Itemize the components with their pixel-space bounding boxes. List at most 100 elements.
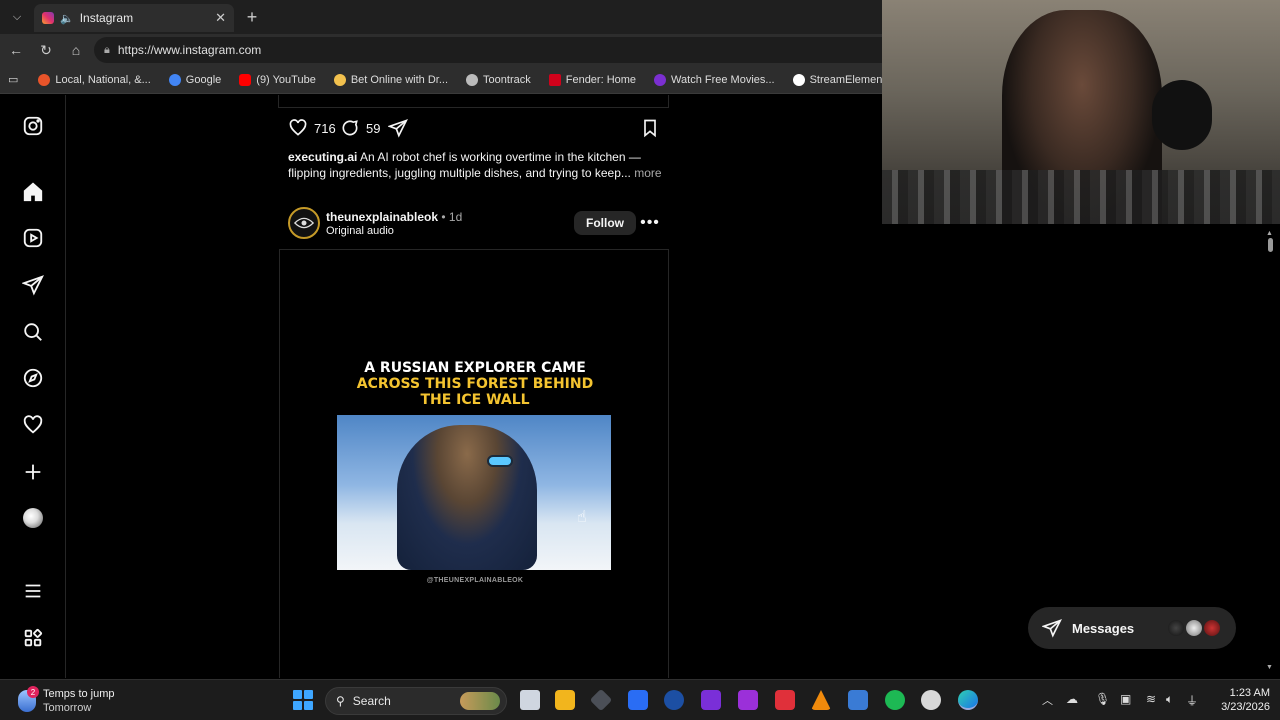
direct-send-icon[interactable] xyxy=(21,273,45,297)
post-author-username[interactable]: theunexplainableok • 1d xyxy=(326,210,462,224)
caption-more-link[interactable]: more xyxy=(631,166,661,180)
like-heart-icon[interactable] xyxy=(288,118,308,138)
hand-cursor-icon: ☝︎ xyxy=(577,509,587,526)
power-plug-icon[interactable]: ⏚ xyxy=(1186,692,1198,709)
wifi-icon[interactable]: ≋ xyxy=(1146,692,1156,706)
comment-count: 59 xyxy=(366,120,381,136)
bookmark-item[interactable]: Toontrack xyxy=(460,73,537,86)
reels-icon[interactable] xyxy=(21,226,45,250)
eye-logo-icon xyxy=(294,217,314,229)
search-label: Search xyxy=(352,694,391,708)
post-media[interactable]: A RUSSIAN EXPLORER CAME ACROSS THIS FORE… xyxy=(279,249,669,678)
address-bar[interactable]: 🔒︎ https://www.instagram.com xyxy=(94,37,882,63)
more-menu-icon[interactable] xyxy=(21,579,45,603)
like-action[interactable]: 716 xyxy=(288,118,336,138)
back-arrow-icon[interactable]: ← xyxy=(6,40,26,60)
follow-button[interactable]: Follow xyxy=(574,211,636,235)
task-view-icon[interactable] xyxy=(520,690,540,710)
tubi-icon[interactable] xyxy=(738,690,758,710)
caption-username[interactable]: executing.ai xyxy=(288,150,357,164)
scroll-down-arrow-icon[interactable]: ▼ xyxy=(1266,664,1273,671)
youtube-icon xyxy=(239,73,252,86)
instagram-logo-icon[interactable] xyxy=(21,114,45,138)
weather-widget[interactable]: 2 Temps to jump Tomorrow xyxy=(18,686,158,716)
sidebar-toggle-icon[interactable]: ▭ xyxy=(8,73,18,86)
app-icon[interactable] xyxy=(664,690,684,710)
page-scrollbar[interactable] xyxy=(1264,224,1276,678)
tab-instagram[interactable]: 🔈 Instagram ✕ xyxy=(34,4,234,32)
explore-compass-icon[interactable] xyxy=(21,366,45,390)
tray-overflow-chevron-icon[interactable]: ︿ xyxy=(1042,692,1053,708)
new-tab-plus-icon[interactable]: + xyxy=(242,7,262,27)
message-avatar xyxy=(1184,618,1204,638)
clock-date[interactable]: 3/23/2026 xyxy=(1210,701,1270,713)
comment-bubble-icon[interactable] xyxy=(340,118,360,138)
bookmark-save-icon[interactable] xyxy=(640,118,660,138)
app-icon[interactable] xyxy=(921,690,941,710)
video-headline: A RUSSIAN EXPLORER CAME ACROSS THIS FORE… xyxy=(356,360,594,408)
onedrive-cloud-icon[interactable]: ☁ xyxy=(1066,692,1078,706)
app-icon[interactable] xyxy=(775,690,795,710)
edge-browser-icon[interactable] xyxy=(958,690,978,710)
explorer-figure xyxy=(397,425,537,570)
app-icon[interactable] xyxy=(628,690,648,710)
share-send-icon[interactable] xyxy=(388,118,408,138)
search-icon: ⚲ xyxy=(336,694,345,708)
windows-taskbar: 2 Temps to jump Tomorrow ⚲ Search ︿ ☁ 🎙︎… xyxy=(0,679,1280,720)
tab-title: Instagram xyxy=(79,11,134,25)
create-plus-icon[interactable] xyxy=(21,460,45,484)
also-from-meta-icon[interactable] xyxy=(21,626,45,650)
home-icon[interactable] xyxy=(21,180,45,204)
notifications-heart-icon[interactable] xyxy=(21,413,45,437)
save-action[interactable] xyxy=(640,118,660,138)
bookmark-item[interactable]: (9) YouTube xyxy=(233,73,322,86)
bookmark-favicon-icon xyxy=(654,73,667,86)
webcam-background-blanket xyxy=(882,170,1280,224)
app-icon[interactable] xyxy=(589,688,613,712)
speaker-icon[interactable]: 🔈 xyxy=(60,12,74,25)
instagram-favicon-icon xyxy=(42,12,54,24)
home-icon[interactable]: ⌂ xyxy=(66,40,86,60)
spotify-icon[interactable] xyxy=(885,690,905,710)
scroll-up-arrow-icon[interactable]: ▲ xyxy=(1266,230,1273,237)
microphone-icon[interactable]: 🎙︎ xyxy=(1095,692,1110,706)
bookmark-item[interactable]: Watch Free Movies... xyxy=(648,73,781,86)
toontrack-icon xyxy=(466,73,479,86)
volume-icon[interactable]: 🔈︎ xyxy=(1166,692,1173,707)
tab-close-icon[interactable]: ✕ xyxy=(215,10,226,26)
post-audio-link[interactable]: Original audio xyxy=(326,225,394,237)
post-options-icon[interactable]: ••• xyxy=(640,211,660,235)
clock-time[interactable]: 1:23 AM xyxy=(1210,687,1270,699)
profile-avatar[interactable] xyxy=(21,506,45,530)
video-frame[interactable] xyxy=(337,415,611,570)
webcam-overlay xyxy=(882,0,1280,224)
comment-action[interactable]: 59 xyxy=(340,118,380,138)
post-author-avatar[interactable] xyxy=(288,207,320,239)
message-avatar xyxy=(1202,618,1222,638)
windows-start-icon[interactable] xyxy=(293,690,313,710)
amazon-music-icon[interactable] xyxy=(701,690,721,710)
battery-icon[interactable]: ▣ xyxy=(1120,692,1131,706)
store-icon[interactable] xyxy=(848,690,868,710)
vlc-icon[interactable] xyxy=(811,690,831,710)
bookmark-item[interactable]: StreamElements | T... xyxy=(787,73,882,86)
microphone xyxy=(1152,80,1212,150)
bookmark-item[interactable]: Bet Online with Dr... xyxy=(328,73,454,86)
taskbar-search[interactable]: ⚲ Search xyxy=(325,687,507,715)
file-explorer-icon[interactable] xyxy=(555,690,575,710)
scrollbar-thumb[interactable] xyxy=(1268,238,1273,252)
tab-list-chevron-icon[interactable]: ⌵ xyxy=(6,6,28,28)
messages-button[interactable]: Messages xyxy=(1028,607,1236,649)
share-action[interactable] xyxy=(388,118,408,138)
streamelements-icon xyxy=(792,73,805,86)
lock-icon[interactable]: 🔒︎ xyxy=(104,44,110,57)
fender-icon xyxy=(548,73,561,86)
bookmark-item[interactable]: Google xyxy=(163,73,227,86)
post-header: theunexplainableok • 1d Original audio F… xyxy=(288,207,660,239)
bookmark-item[interactable]: Local, National, &... xyxy=(32,73,156,86)
reload-icon[interactable]: ↻ xyxy=(36,40,56,60)
bookmarks-bar: ▭ Local, National, &... Google (9) YouTu… xyxy=(0,66,882,94)
video-watermark: @THEUNEXPLAINABLEOK xyxy=(426,577,524,584)
bookmark-item[interactable]: Fender: Home xyxy=(543,73,642,86)
search-icon[interactable] xyxy=(21,320,45,344)
